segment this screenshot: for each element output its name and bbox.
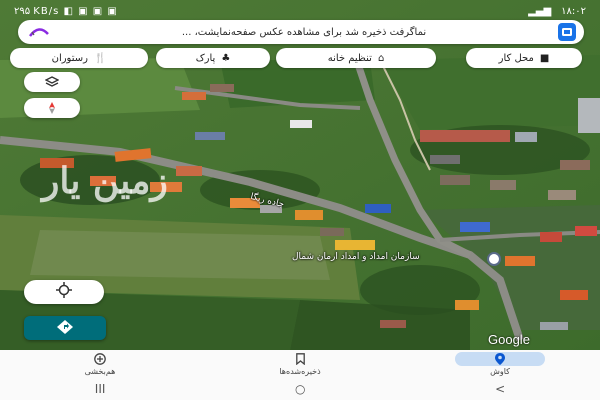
compass-button[interactable] [24,98,80,118]
watermark-text: زمین یار [42,160,170,202]
status-time: ۱۸:۰۲ [561,5,586,17]
chip-home-label: تنظیم خانه [327,52,372,64]
status-right: ▂▄▆ ۱۸:۰۲ [528,6,586,17]
briefcase-icon: ■ [539,52,550,64]
screenshot-app-icon[interactable] [558,23,576,41]
nav-explore[interactable]: کاوش [440,350,560,378]
back-button[interactable]: < [495,382,505,396]
profile-arc-icon[interactable] [28,25,50,39]
chip-restaurant-label: رستوران [51,52,88,64]
layers-icon [44,73,60,92]
compass-icon [46,99,58,118]
status-bar: ۲۹۵ KB/s ‪◧‬ ▣ ▣ ▣ ▂▄▆ ۱۸:۰۲ [0,0,600,22]
status-icons-text: ۲۹۵ KB/s ‪◧‬ ▣ ▣ ▣ [14,5,118,17]
nav-contribute-label: هم‌بخشی [84,366,116,376]
layers-button[interactable] [24,72,80,92]
system-navigation-bar: III ○ < [0,378,600,400]
chip-home[interactable]: ⌂ تنظیم خانه [276,48,436,68]
bookmark-icon [295,352,305,365]
directions-button[interactable] [24,316,106,340]
home-button[interactable]: ○ [295,382,305,396]
home-icon: ⌂ [377,52,385,64]
chip-work-label: محل کار [498,52,534,64]
poi-label[interactable]: سازمان امداد و امداد ارمان شمال [292,252,420,262]
add-circle-icon [94,352,106,365]
bottom-navigation: کاوش ذخیره‌شده‌ها هم‌بخشی [0,350,600,378]
chip-park[interactable]: ♣ پارک [156,48,270,68]
search-bar[interactable]: نماگرفت ذخیره شد برای مشاهده عکس صفحه‌نم… [18,20,584,44]
directions-icon [57,319,73,338]
chip-work[interactable]: ■ محل کار [466,48,582,68]
park-icon: ♣ [221,52,231,64]
poi-marker-icon[interactable] [487,252,501,266]
location-pin-icon [495,352,505,365]
recents-button[interactable]: III [95,382,106,396]
nav-saved-label: ذخیره‌شده‌ها [279,366,321,376]
google-logo: Google [488,332,530,347]
my-location-button[interactable] [24,280,104,304]
nav-contribute[interactable]: هم‌بخشی [40,350,160,378]
crosshair-icon [56,282,72,302]
screenshot-toast-text: نماگرفت ذخیره شد برای مشاهده عکس صفحه‌نم… [181,26,427,38]
nav-explore-label: کاوش [490,366,510,376]
chip-park-label: پارک [195,52,216,64]
quick-chips-row: ■ محل کار ⌂ تنظیم خانه ♣ پارک 🍴 رستوران [10,48,584,68]
signal-icon: ▂▄▆ [528,5,552,17]
restaurant-icon: 🍴 [93,52,107,64]
nav-saved[interactable]: ذخیره‌شده‌ها [240,350,360,378]
status-icons: ۲۹۵ KB/s ‪◧‬ ▣ ▣ ▣ [14,6,118,17]
chip-restaurant[interactable]: 🍴 رستوران [10,48,148,68]
